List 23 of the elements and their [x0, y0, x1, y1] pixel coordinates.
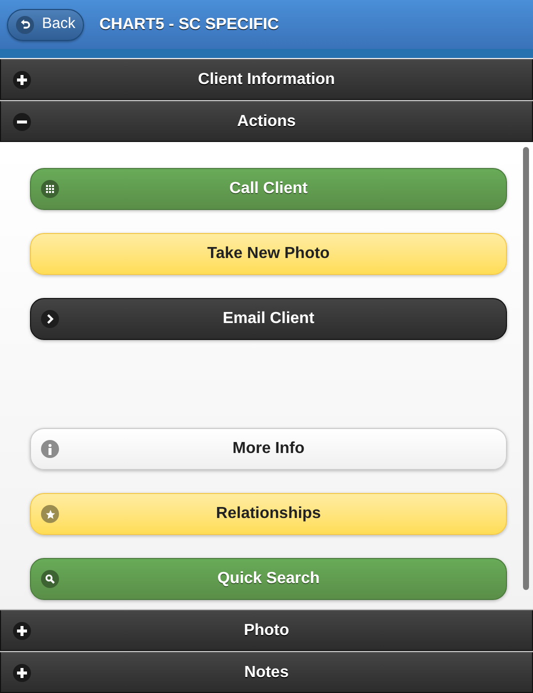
plus-icon [13, 622, 31, 640]
action-button[interactable]: Relationships [30, 493, 507, 535]
accordion-header[interactable]: Actions [0, 101, 533, 142]
section-title: Client Information [198, 70, 335, 90]
info-icon [41, 440, 59, 458]
accordion-header[interactable]: Photo [0, 610, 533, 651]
scrollbar[interactable] [523, 147, 529, 590]
action-button[interactable]: Take New Photo [30, 233, 507, 275]
plus-icon [13, 664, 31, 682]
section-title: Photo [244, 620, 290, 640]
action-button[interactable]: Email Client [30, 298, 507, 340]
back-button[interactable]: Back [7, 8, 84, 40]
accordion-header[interactable]: Notes [0, 652, 533, 693]
section-title: Actions [237, 112, 296, 132]
chevron-right-icon [41, 310, 59, 328]
search-icon [41, 570, 59, 588]
page-title: CHART5 - SC SPECIFIC [99, 14, 279, 34]
minus-icon [13, 112, 31, 130]
section-title: Notes [244, 662, 289, 682]
action-button[interactable]: More Info [30, 428, 507, 470]
keypad-icon [41, 180, 59, 198]
accordion-header[interactable]: Client Information [0, 59, 533, 100]
plus-icon [13, 70, 31, 88]
